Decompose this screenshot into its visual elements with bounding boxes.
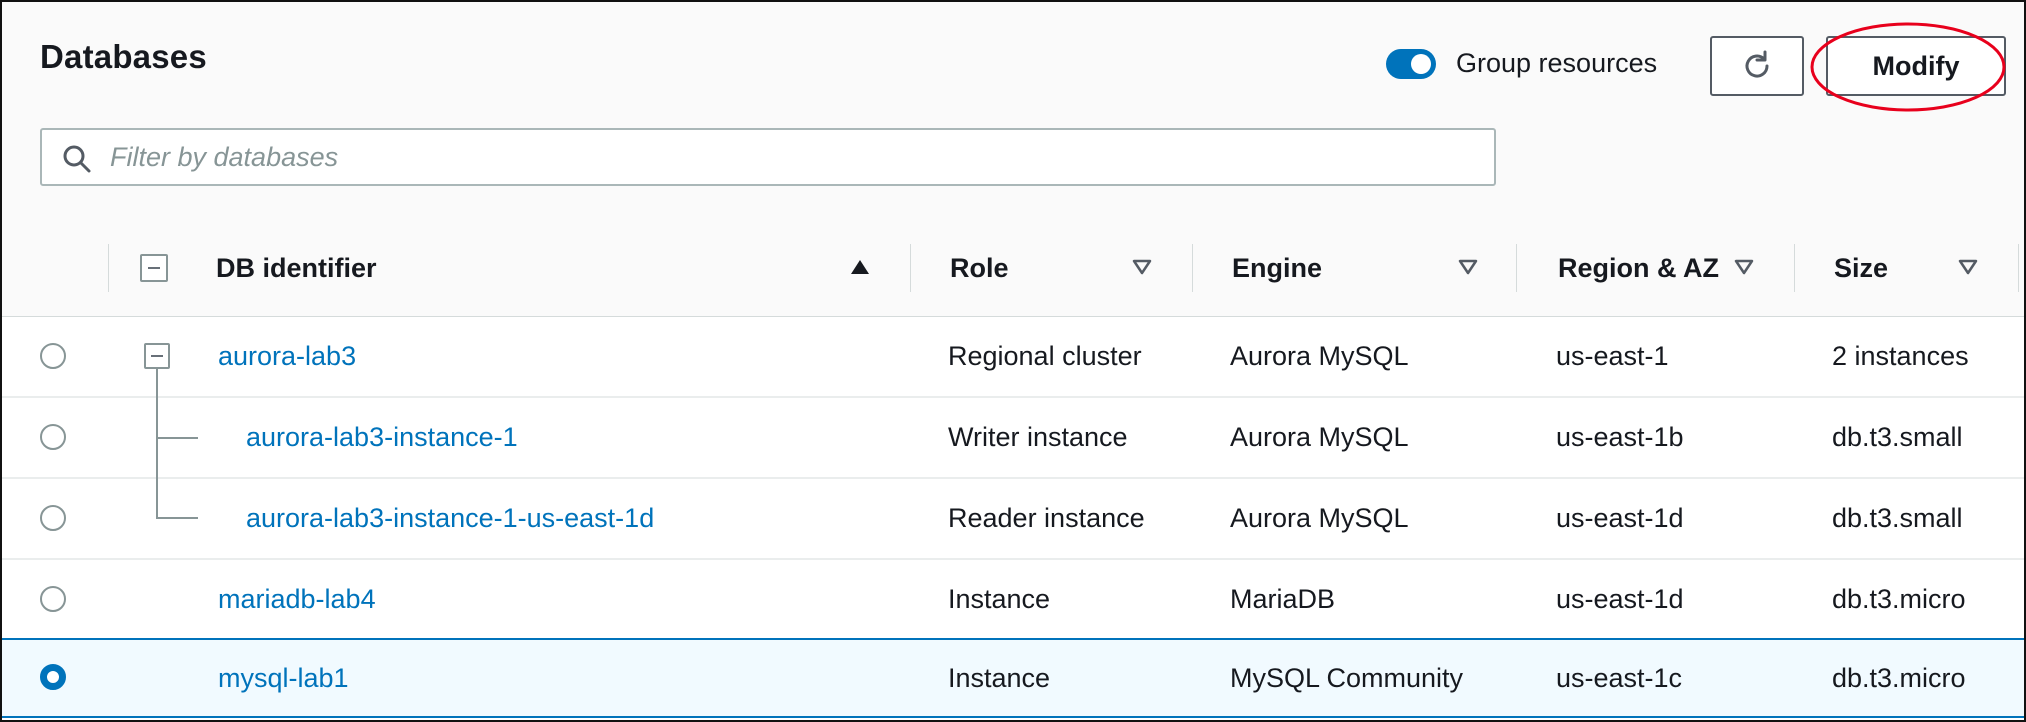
size-cell: db.t3.small — [1832, 422, 1963, 452]
collapse-cluster-toggle[interactable] — [144, 343, 170, 369]
column-separator — [108, 244, 109, 292]
engine-cell: Aurora MySQL — [1230, 422, 1409, 452]
tree-connector-line — [156, 437, 198, 439]
db-identifier-link[interactable]: aurora-lab3-instance-1-us-east-1d — [246, 479, 654, 558]
engine-cell: Aurora MySQL — [1230, 503, 1409, 533]
region-cell: us-east-1c — [1556, 662, 1683, 693]
engine-cell: MariaDB — [1230, 584, 1336, 614]
filter-input[interactable] — [110, 130, 1480, 184]
role-cell: Regional cluster — [948, 341, 1142, 371]
row-select-radio[interactable] — [40, 505, 66, 531]
size-cell: db.t3.small — [1832, 503, 1963, 533]
group-resources-toggle[interactable]: Group resources — [1386, 48, 1657, 79]
table-row[interactable]: mariadb-lab4 Instance MariaDB us-east-1d… — [2, 560, 2024, 641]
databases-panel: Databases Group resources Modify Filter … — [0, 0, 2026, 722]
table-row[interactable]: aurora-lab3 Regional cluster Aurora MySQ… — [2, 317, 2024, 398]
column-separator — [910, 244, 911, 292]
refresh-button[interactable] — [1710, 36, 1804, 96]
table-header: DB identifier Role Engine Region & AZ Si… — [2, 220, 2024, 317]
db-identifier-link[interactable]: mysql-lab1 — [218, 640, 349, 716]
sort-unsorted-icon[interactable] — [1458, 258, 1478, 276]
row-select-radio[interactable] — [40, 424, 66, 450]
size-cell: db.t3.micro — [1832, 584, 1966, 614]
column-label: Role — [950, 252, 1009, 283]
column-label: DB identifier — [216, 252, 377, 283]
column-label: Region & AZ — [1558, 252, 1719, 283]
row-select-radio[interactable] — [40, 343, 66, 369]
sort-unsorted-icon[interactable] — [1132, 258, 1152, 276]
column-separator — [1516, 244, 1517, 292]
row-select-radio[interactable] — [40, 664, 66, 690]
db-identifier-link[interactable]: aurora-lab3 — [218, 317, 356, 396]
column-header-size[interactable]: Size — [1834, 220, 1888, 316]
sort-unsorted-icon[interactable] — [1958, 258, 1978, 276]
column-header-region-az[interactable]: Region & AZ — [1558, 220, 1719, 316]
db-identifier-link[interactable]: mariadb-lab4 — [218, 560, 376, 639]
search-icon — [63, 145, 91, 173]
page-title: Databases — [40, 38, 207, 75]
column-header-role[interactable]: Role — [950, 220, 1009, 316]
tree-connector-line — [156, 369, 158, 519]
size-cell: 2 instances — [1832, 341, 1969, 371]
engine-cell: Aurora MySQL — [1230, 341, 1409, 371]
toggle-knob — [1411, 53, 1431, 74]
column-header-db-identifier[interactable]: DB identifier — [216, 220, 377, 316]
region-cell: us-east-1b — [1556, 422, 1684, 452]
column-label: Size — [1834, 252, 1889, 283]
region-cell: us-east-1 — [1556, 341, 1669, 371]
table-row[interactable]: aurora-lab3-instance-1-us-east-1d Reader… — [2, 479, 2024, 560]
region-cell: us-east-1d — [1556, 503, 1684, 533]
role-cell: Writer instance — [948, 422, 1128, 452]
column-header-engine[interactable]: Engine — [1232, 220, 1322, 316]
sort-ascending-icon[interactable] — [850, 258, 870, 276]
role-cell: Instance — [948, 584, 1051, 614]
column-separator — [1192, 244, 1193, 292]
toggle-switch[interactable] — [1386, 48, 1436, 79]
table-row[interactable]: aurora-lab3-instance-1 Writer instance A… — [2, 398, 2024, 479]
db-identifier-link[interactable]: aurora-lab3-instance-1 — [246, 398, 518, 477]
modify-button[interactable]: Modify — [1826, 36, 2006, 96]
refresh-icon — [1745, 50, 1769, 78]
panel-header: Databases Group resources Modify — [2, 2, 2024, 221]
role-cell: Reader instance — [948, 503, 1145, 533]
table-row-selected[interactable]: mysql-lab1 Instance MySQL Community us-e… — [2, 638, 2024, 718]
column-separator — [1794, 244, 1795, 292]
column-label: Engine — [1232, 252, 1323, 283]
expand-all-checkbox[interactable] — [140, 254, 168, 282]
role-cell: Instance — [948, 662, 1051, 693]
engine-cell: MySQL Community — [1230, 662, 1464, 693]
sort-unsorted-icon[interactable] — [1734, 258, 1754, 276]
filter-search-box[interactable] — [40, 128, 1496, 186]
row-select-radio[interactable] — [40, 586, 66, 612]
group-resources-label: Group resources — [1456, 48, 1658, 78]
tree-connector-line — [156, 517, 198, 519]
column-separator — [2018, 244, 2019, 292]
size-cell: db.t3.micro — [1832, 662, 1966, 693]
region-cell: us-east-1d — [1556, 584, 1684, 614]
